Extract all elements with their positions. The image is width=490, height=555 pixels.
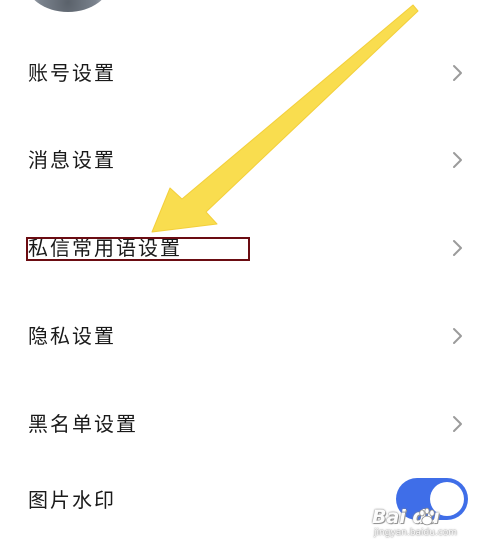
settings-item-account[interactable]: 账号设置 bbox=[0, 42, 490, 104]
settings-item-label: 隐私设置 bbox=[28, 324, 116, 348]
image-watermark-toggle[interactable] bbox=[396, 478, 468, 520]
chevron-right-icon bbox=[450, 150, 466, 170]
settings-item-privacy[interactable]: 隐私设置 bbox=[0, 305, 490, 367]
chevron-right-icon bbox=[450, 414, 466, 434]
settings-item-label: 图片水印 bbox=[28, 488, 116, 512]
chevron-right-icon bbox=[450, 238, 466, 258]
settings-item-dm-phrases[interactable]: 私信常用语设置 bbox=[0, 217, 490, 279]
settings-list: 账号设置 消息设置 私信常用语设置 隐私设置 黑名单设置 图片水印 bbox=[0, 0, 490, 555]
settings-item-label: 私信常用语设置 bbox=[28, 236, 182, 260]
settings-item-label: 消息设置 bbox=[28, 148, 116, 172]
settings-item-label: 黑名单设置 bbox=[28, 412, 138, 436]
settings-item-message[interactable]: 消息设置 bbox=[0, 129, 490, 191]
settings-item-label: 账号设置 bbox=[28, 61, 116, 85]
settings-item-blacklist[interactable]: 黑名单设置 bbox=[0, 393, 490, 455]
chevron-right-icon bbox=[450, 326, 466, 346]
toggle-knob bbox=[430, 482, 464, 516]
chevron-right-icon bbox=[450, 63, 466, 83]
